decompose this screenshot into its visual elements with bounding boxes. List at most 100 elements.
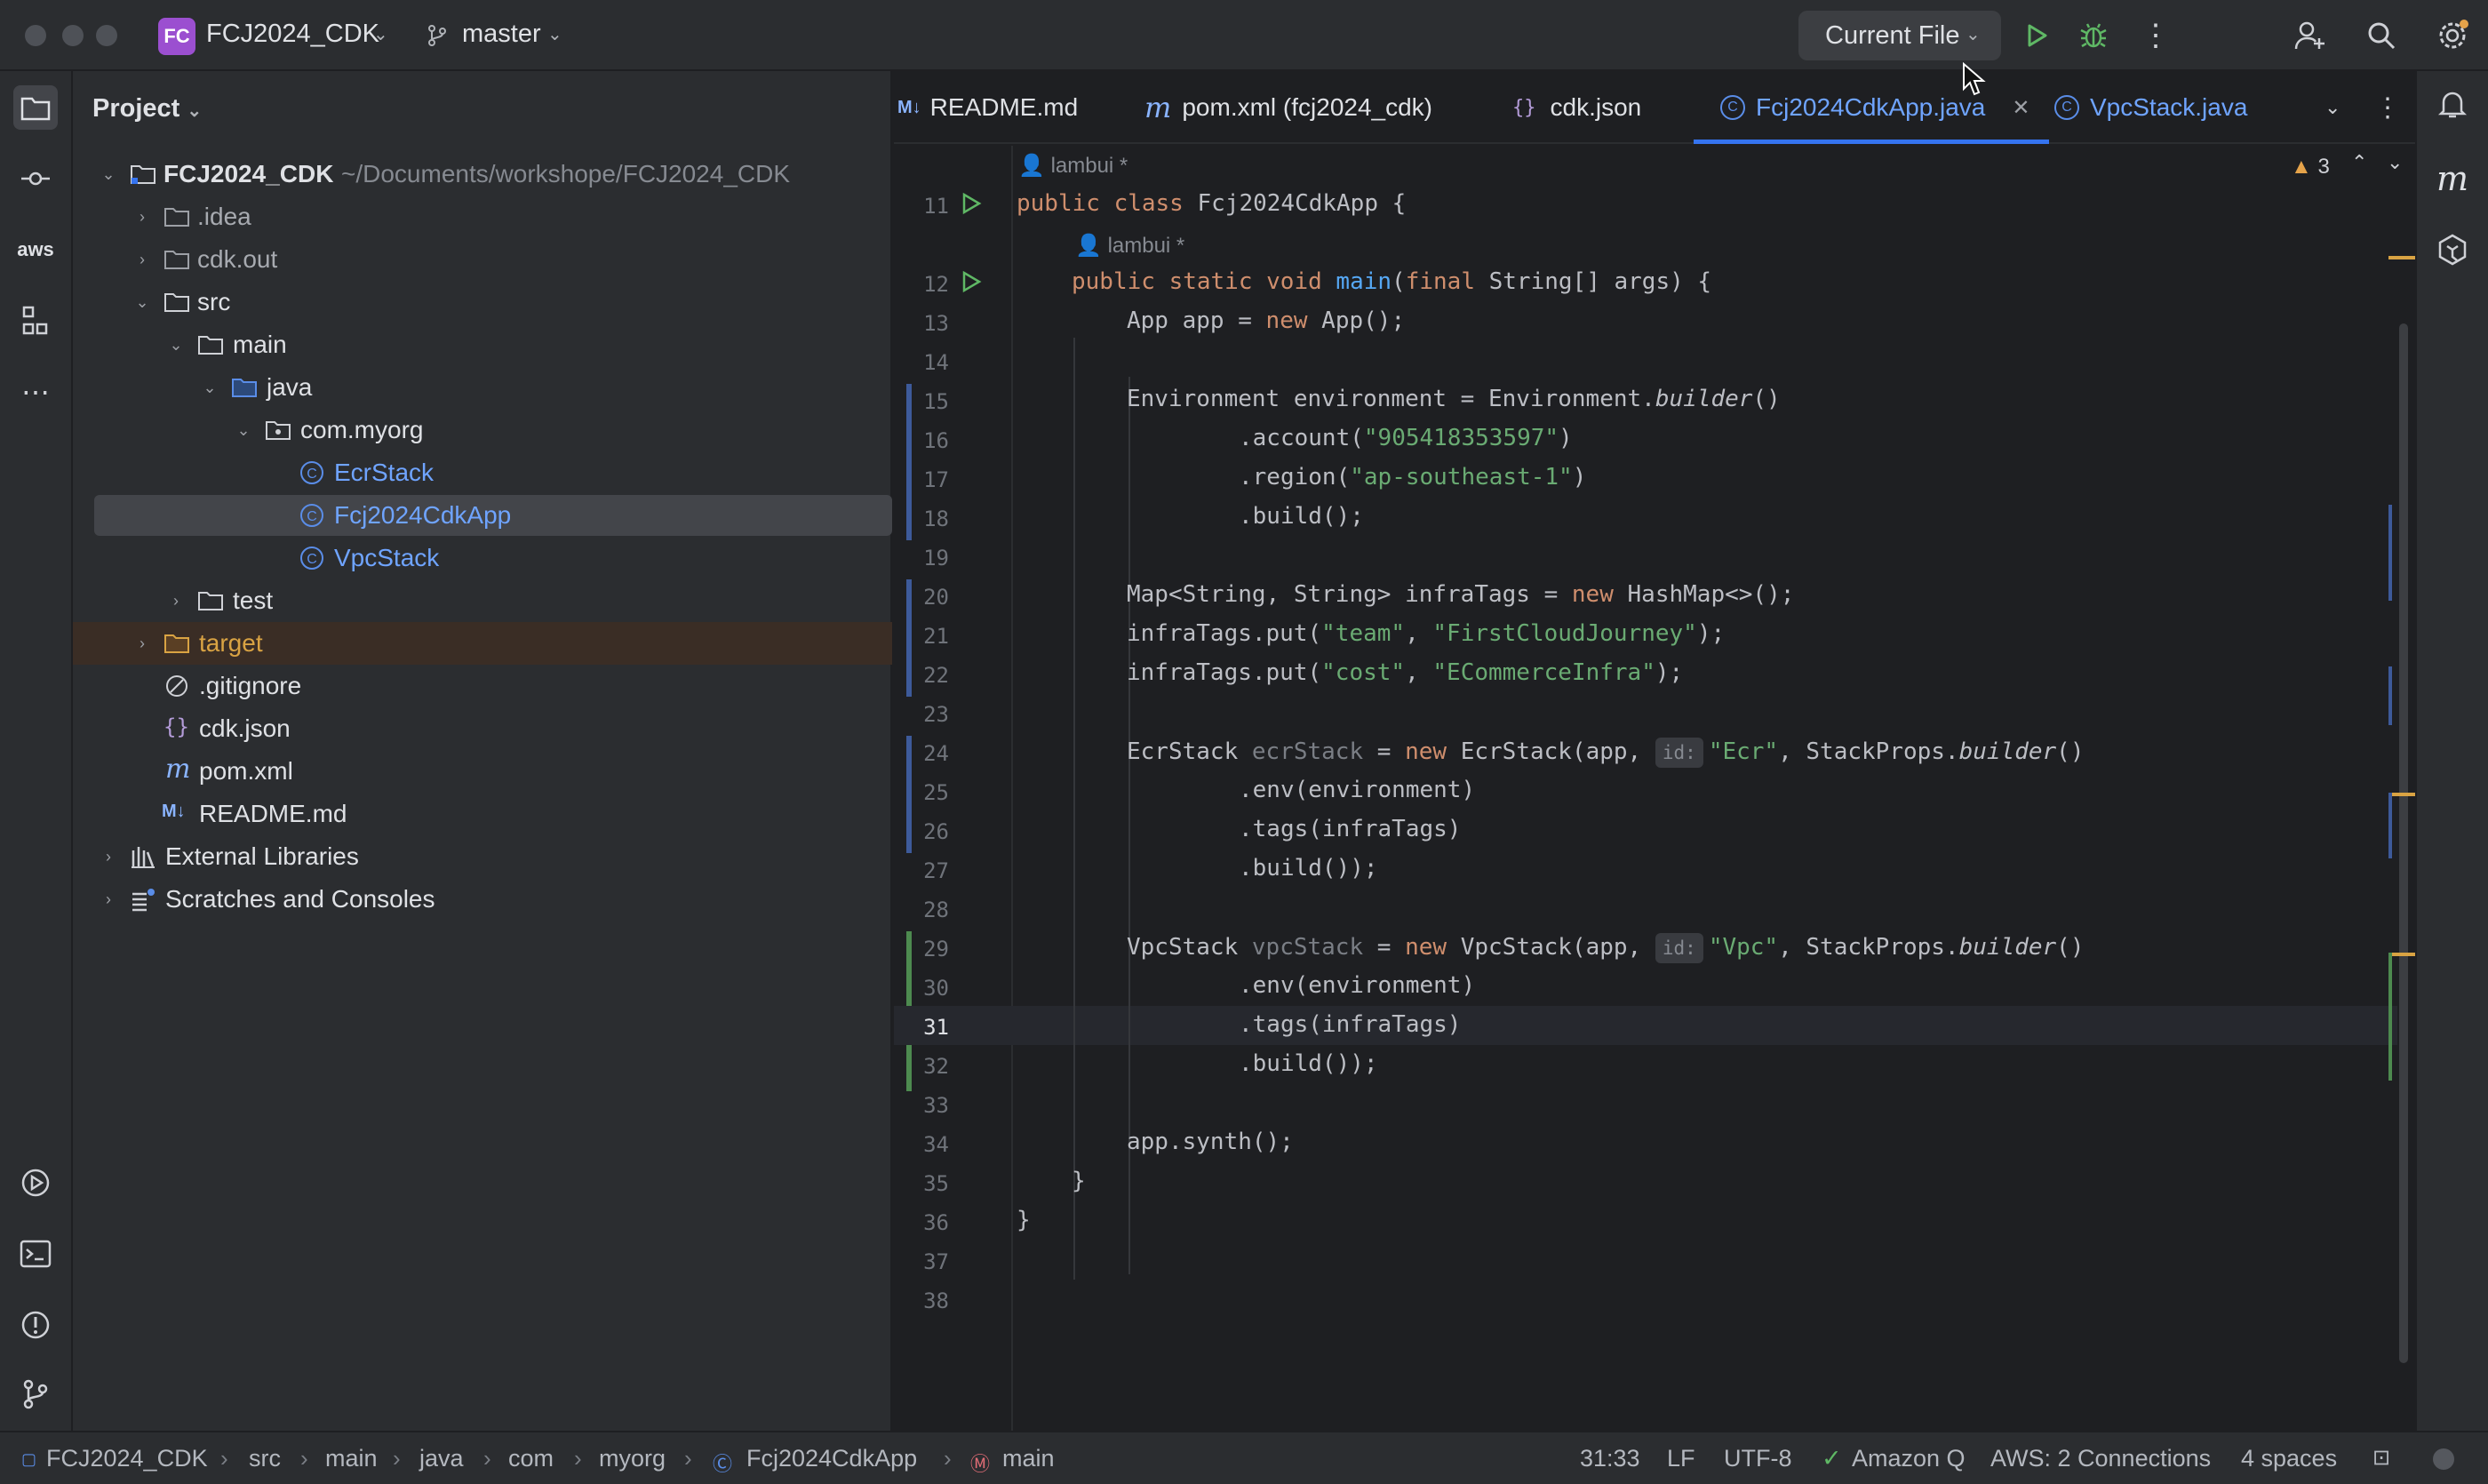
chevron-right-icon[interactable]: › [132,249,153,270]
warning-marker[interactable] [2388,256,2415,259]
terminal-tool-icon[interactable] [13,1232,58,1276]
breadcrumb-item[interactable]: java [419,1445,464,1472]
add-user-icon[interactable] [2291,16,2330,55]
amazon-q-tool-icon[interactable] [2430,227,2475,272]
tree-item-class[interactable]: C VpcStack [73,537,892,579]
commit-tool-icon[interactable] [13,156,58,201]
search-icon[interactable] [2362,16,2401,55]
indent-setting[interactable]: 4 spaces [2241,1445,2337,1472]
previous-highlight-icon[interactable]: ⌃ [2351,151,2367,174]
zoom-window-button[interactable] [96,25,117,46]
line-number: 16 [923,428,949,453]
tree-item[interactable]: ⌄ com.myorg [73,409,892,451]
chevron-right-icon[interactable]: › [98,889,119,910]
tree-item[interactable]: › test [73,579,892,622]
tree-item[interactable]: ⌄ main [73,323,892,366]
more-actions-icon[interactable]: ⋮ [2136,16,2175,55]
tree-item[interactable]: › External Libraries [73,835,892,878]
more-tools-icon[interactable]: ⋯ [13,370,58,414]
close-window-button[interactable] [25,25,46,46]
tab-readme[interactable]: M↓ README.md [897,71,1078,144]
breadcrumb-item[interactable]: Fcj2024CdkApp [746,1445,917,1472]
structure-tool-icon[interactable] [13,299,58,343]
debug-button[interactable] [2074,16,2113,55]
tab-vpcstack[interactable]: C VpcStack.java [2054,71,2247,144]
notifications-bell-icon[interactable] [2430,82,2475,126]
tree-item[interactable]: {} cdk.json [73,707,892,750]
breadcrumb-item[interactable]: FCJ2024_CDK [46,1445,208,1472]
run-button[interactable] [2017,16,2056,55]
chevron-down-icon[interactable]: ⌄ [199,377,220,398]
tree-item[interactable]: m pom.xml [73,750,892,793]
tree-item[interactable]: .gitignore [73,665,892,707]
code-line: .build(); [1239,503,1364,530]
chevron-right-icon[interactable]: › [132,633,153,654]
breadcrumb-item[interactable]: main [325,1445,378,1472]
tree-item[interactable]: › .idea [73,195,892,238]
settings-gear-icon[interactable] [2433,16,2472,55]
project-badge[interactable]: FC [158,18,195,55]
chevron-right-icon[interactable]: › [132,206,153,227]
tree-item-label: Fcj2024CdkApp [334,501,512,529]
code-author-annotation[interactable]: 👤 lambui * [1018,153,1128,179]
tree-item[interactable]: › target [73,622,892,665]
branch-button[interactable]: master [462,20,541,49]
vertical-scrollbar[interactable] [2399,323,2408,1363]
chevron-down-icon[interactable]: ⌄ [132,291,153,313]
problems-tool-icon[interactable] [13,1303,58,1347]
tabs-dropdown-icon[interactable]: ⌄ [2325,71,2340,144]
memory-indicator-icon[interactable] [2433,1448,2454,1470]
breadcrumb-item[interactable]: myorg [599,1445,666,1472]
minimize-window-button[interactable] [62,25,84,46]
tree-root[interactable]: ⌄ FCJ2024_CDK ~/Documents/workshope/FCJ2… [73,153,892,195]
project-name-button[interactable]: FCJ2024_CDK [206,20,379,49]
tree-item[interactable]: ⌄ src [73,281,892,323]
services-tool-icon[interactable] [13,1161,58,1205]
line-separator[interactable]: LF [1667,1445,1695,1472]
tree-item[interactable]: ⌄ java [73,366,892,409]
chevron-down-icon[interactable]: ⌄ [233,419,254,441]
chevron-right-icon[interactable]: › [165,590,187,611]
file-encoding[interactable]: UTF-8 [1724,1445,1792,1472]
code-editor[interactable]: 👤 lambui * 👤 lambui * ▲ 3 ⌃ ⌄ 11 12 13 1… [894,146,2415,1431]
run-class-gutter-icon[interactable] [960,192,983,215]
tab-more-icon[interactable]: ⋮ [2374,71,2401,144]
tree-item-label: VpcStack [334,544,440,571]
run-config-selector[interactable]: Current File ⌄ [1798,11,2001,60]
chevron-down-icon[interactable]: ⌄ [165,334,187,355]
breadcrumb-item[interactable]: com [508,1445,554,1472]
tab-cdk-json[interactable]: {} cdk.json [1512,71,1641,144]
amazon-q-status[interactable]: Amazon Q [1852,1445,1966,1472]
breadcrumb-item[interactable]: main [1002,1445,1055,1472]
folder-icon [164,293,189,312]
breadcrumb-item[interactable]: src [249,1445,281,1472]
tree-item[interactable]: › cdk.out [73,238,892,281]
warning-marker[interactable] [2388,953,2415,956]
aws-connections-status[interactable]: AWS: 2 Connections [1990,1445,2211,1472]
tree-item[interactable]: M↓ README.md [73,793,892,835]
project-tool-folder-icon[interactable] [13,85,58,130]
excluded-folder-icon [164,634,189,653]
class-icon: C [300,547,323,570]
chevron-right-icon[interactable]: › [98,846,119,867]
tab-pom-xml[interactable]: m pom.xml (fcj2024_cdk) [1144,71,1432,144]
project-panel-title[interactable]: Project ⌄ [92,94,202,124]
tree-item-class[interactable]: C EcrStack [73,451,892,494]
tree-item[interactable]: › Scratches and Consoles [73,878,892,921]
tree-root-label: FCJ2024_CDK [163,160,334,187]
git-tool-icon[interactable] [13,1372,58,1416]
next-highlight-icon[interactable]: ⌄ [2387,151,2403,174]
code-author-annotation[interactable]: 👤 lambui * [1075,233,1184,259]
run-main-gutter-icon[interactable] [960,270,983,293]
chevron-down-icon[interactable]: ⌄ [98,164,119,185]
caret-position[interactable]: 31:33 [1580,1445,1640,1472]
close-tab-icon[interactable]: ✕ [2012,95,2029,121]
readonly-lock-icon[interactable]: ⊡ [2372,1445,2390,1471]
json-icon: {} [1512,96,1536,119]
tab-fcj2024cdkapp[interactable]: C Fcj2024CdkApp.java ✕ [1694,71,2050,144]
aws-toolkit-icon[interactable]: aws [13,227,58,272]
warnings-indicator[interactable]: ▲ 3 [2291,155,2330,180]
tree-item-class[interactable]: C Fcj2024CdkApp [73,494,892,537]
warning-marker[interactable] [2388,793,2415,796]
maven-tool-icon[interactable]: m [2430,156,2475,201]
